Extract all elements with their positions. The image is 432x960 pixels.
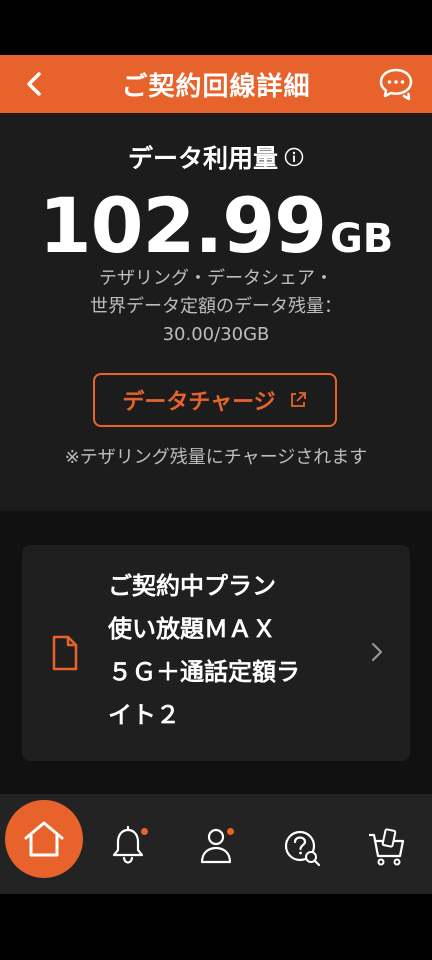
plan-heading: ご契約中プラン — [108, 572, 276, 600]
chevron-right-icon — [372, 643, 382, 661]
home-icon — [24, 821, 64, 857]
data-usage-section: データ利用量 102.99 GB テザリング・データシェア・ 世界データ定額のデー… — [0, 113, 432, 511]
data-usage-heading: データ利用量 — [0, 139, 432, 175]
remaining-line-1: テザリング・データシェア・ — [99, 268, 333, 289]
remaining-value: 30.00/30GB — [162, 324, 270, 345]
chevron-left-icon[interactable] — [20, 67, 50, 101]
data-charge-label: データチャージ — [122, 390, 276, 415]
usage-value: 102.99 — [38, 181, 327, 270]
charge-note: ※テザリング残量にチャージされます — [64, 447, 368, 468]
app-header: ご契約回線詳細 — [0, 55, 432, 113]
plan-name-line-2: ５Ｇ＋通話定額ラ — [108, 658, 300, 686]
data-charge-button[interactable]: データチャージ — [93, 373, 337, 427]
external-link-icon — [290, 392, 306, 407]
plan-card[interactable]: ご契約中プラン 使い放題ＭＡＸ ５Ｇ＋通話定額ラ イト２ — [22, 545, 410, 761]
usage-unit: GB — [329, 216, 394, 262]
user-notification-dot — [227, 828, 234, 835]
plan-text: ご契約中プラン 使い放題ＭＡＸ ５Ｇ＋通話定額ラ イト２ — [108, 565, 368, 737]
remaining-data-info: テザリング・データシェア・ 世界データ定額のデータ残量： 30.00/30GB — [0, 265, 432, 349]
plan-name-line-1: 使い放題ＭＡＸ — [108, 615, 276, 643]
remaining-line-2: 世界データ定額のデータ残量： — [90, 296, 342, 317]
cart-icon[interactable] — [367, 827, 407, 869]
help-search-icon[interactable] — [282, 826, 322, 868]
chat-bubbles-icon[interactable] — [378, 66, 414, 102]
document-icon — [52, 635, 78, 671]
page-title: ご契約回線詳細 — [121, 71, 311, 102]
data-usage-amount: 102.99 GB — [0, 181, 432, 270]
info-icon[interactable] — [284, 147, 304, 167]
plan-section: ご契約中プラン 使い放題ＭＡＸ ５Ｇ＋通話定額ラ イト２ — [0, 511, 432, 794]
plan-name-line-3: イト２ — [108, 701, 180, 729]
home-button[interactable] — [5, 800, 83, 878]
data-usage-label: データ利用量 — [127, 144, 278, 173]
bell-notification-dot — [141, 828, 148, 835]
